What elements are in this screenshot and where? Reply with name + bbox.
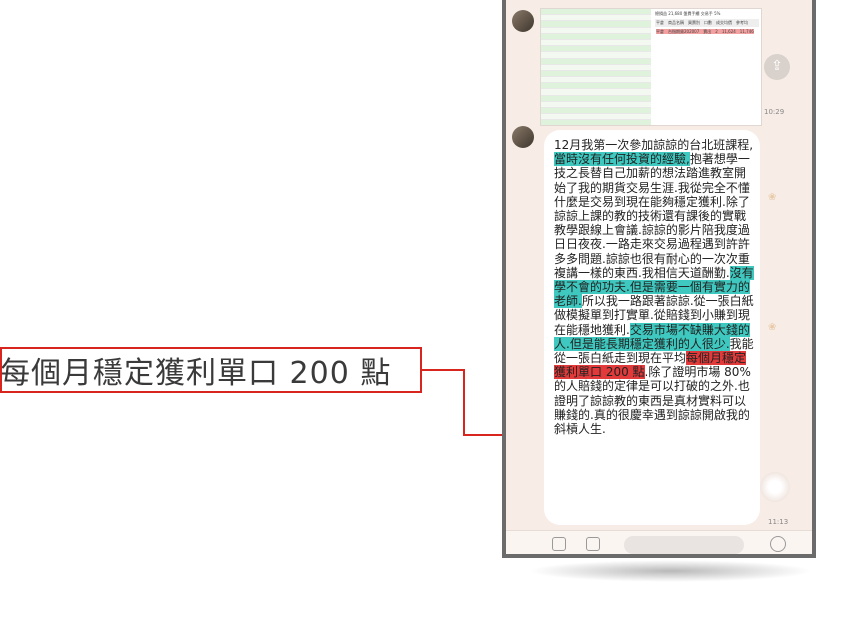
highlight-teal: 當時沒有任何投資的經驗, — [554, 152, 690, 167]
message-time: 10:29 — [764, 108, 785, 116]
image-icon[interactable] — [586, 537, 600, 551]
callout-connector — [420, 369, 465, 371]
feather-icon — [760, 472, 790, 502]
emoji-icon[interactable] — [770, 536, 786, 552]
highlight-callout: 每個月穩定獲利單口 200 點 — [0, 347, 422, 393]
camera-icon[interactable] — [552, 537, 566, 551]
paw-icon: ❀ — [768, 322, 777, 333]
callout-connector — [463, 369, 465, 436]
paw-icon: ❀ — [768, 192, 777, 203]
share-icon[interactable]: ⇪ — [764, 54, 790, 80]
sender-avatar[interactable] — [512, 126, 534, 148]
sender-avatar[interactable] — [512, 10, 534, 32]
chat-window: 總損益 21,680 盤費手續 交易手 5% 平倉 商品名稱 買賣別 口數 成交… — [502, 0, 816, 558]
message-time: 11:13 — [768, 518, 789, 526]
message-input[interactable] — [624, 536, 744, 554]
text-message-bubble[interactable]: 12月我第一次參加諒諒的台北班課程,當時沒有任何投資的經驗,抱著想學一技之長替自… — [544, 130, 760, 525]
sheet-row: 平倉 台指期貨202007 賣出 2 11,624 11,746 — [656, 29, 754, 34]
spreadsheet-summary: 總損益 21,680 盤費手續 交易手 5% 平倉 商品名稱 買賣別 口數 成交… — [655, 11, 759, 36]
sheet-title: 總損益 21,680 盤費手續 交易手 5% — [655, 11, 721, 16]
chat-toolbar — [506, 530, 812, 554]
image-message[interactable]: 總損益 21,680 盤費手續 交易手 5% 平倉 商品名稱 買賣別 口數 成交… — [540, 8, 762, 126]
sheet-header: 平倉 商品名稱 買賣別 口數 成交均價 參考均 — [655, 19, 759, 27]
spreadsheet-thumbnail — [541, 9, 651, 125]
callout-text: 每個月穩定獲利單口 200 點 — [0, 356, 392, 391]
message-text: 12月我第一次參加諒諒的台北班課程,當時沒有任何投資的經驗,抱著想學一技之長替自… — [554, 138, 754, 437]
phone-shadow — [528, 560, 813, 582]
